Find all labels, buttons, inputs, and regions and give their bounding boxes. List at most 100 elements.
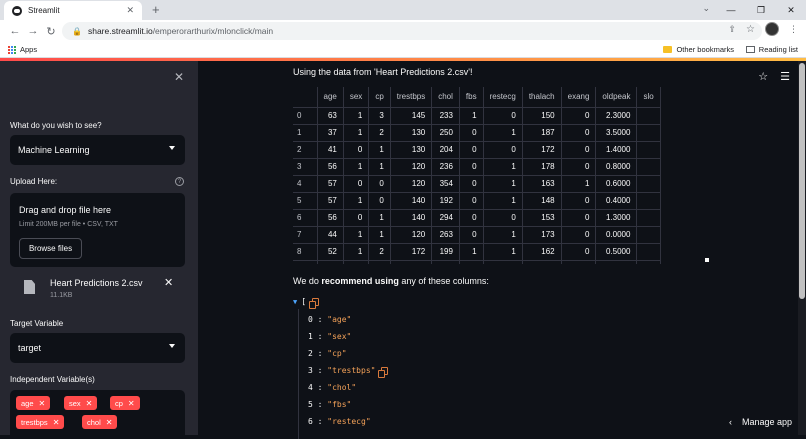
- copy-icon[interactable]: [309, 297, 320, 309]
- table-cell[interactable]: 41: [317, 141, 344, 159]
- column-header[interactable]: slo: [636, 87, 661, 108]
- table-cell[interactable]: 1: [483, 192, 523, 210]
- table-cell[interactable]: 120: [390, 175, 433, 193]
- table-cell[interactable]: 192: [431, 192, 460, 210]
- table-cell[interactable]: [636, 209, 661, 227]
- table-cell[interactable]: 63: [317, 107, 344, 125]
- column-header[interactable]: fbs: [459, 87, 484, 108]
- table-cell[interactable]: 1: [483, 226, 523, 244]
- table-cell[interactable]: 0: [459, 192, 484, 210]
- table-cell[interactable]: 1: [459, 243, 484, 261]
- star-icon[interactable]: ☆: [758, 70, 768, 83]
- row-index[interactable]: 2: [293, 141, 318, 159]
- table-cell[interactable]: 0: [561, 209, 597, 227]
- table-cell[interactable]: 0: [483, 107, 523, 125]
- table-cell[interactable]: 120: [390, 158, 433, 176]
- help-icon[interactable]: ?: [175, 177, 184, 186]
- table-cell[interactable]: 0: [561, 141, 597, 159]
- table-cell[interactable]: 120: [390, 226, 433, 244]
- table-cell[interactable]: 1: [483, 243, 523, 261]
- table-cell[interactable]: 294: [431, 209, 460, 227]
- table-cell[interactable]: 145: [390, 107, 433, 125]
- row-index[interactable]: 8: [293, 243, 318, 261]
- table-cell[interactable]: 1: [561, 175, 597, 193]
- table-cell[interactable]: 0.5000: [595, 243, 638, 261]
- column-header[interactable]: [293, 87, 318, 108]
- scrollbar-thumb[interactable]: [799, 63, 805, 299]
- table-cell[interactable]: 1: [483, 175, 523, 193]
- table-cell[interactable]: 1: [343, 124, 370, 142]
- table-cell[interactable]: 0: [561, 158, 597, 176]
- table-cell[interactable]: 2: [368, 243, 391, 261]
- table-cell[interactable]: 1: [368, 158, 391, 176]
- table-cell[interactable]: 162: [522, 243, 562, 261]
- sidebar-close-icon[interactable]: ✕: [174, 70, 184, 84]
- table-cell[interactable]: 3.5000: [595, 124, 638, 142]
- table-cell[interactable]: 57: [317, 260, 344, 264]
- table-cell[interactable]: 37: [317, 124, 344, 142]
- table-cell[interactable]: 0: [561, 226, 597, 244]
- table-cell[interactable]: 1: [343, 243, 370, 261]
- table-cell[interactable]: 0: [459, 124, 484, 142]
- kebab-menu-icon[interactable]: ⋮: [789, 24, 798, 35]
- table-cell[interactable]: 354: [431, 175, 460, 193]
- table-cell[interactable]: 233: [431, 107, 460, 125]
- table-cell[interactable]: 2: [368, 124, 391, 142]
- table-cell[interactable]: 0: [343, 175, 370, 193]
- row-index[interactable]: 1: [293, 124, 318, 142]
- table-cell[interactable]: 172: [522, 141, 562, 159]
- question-select[interactable]: Machine Learning: [10, 135, 185, 165]
- dataframe[interactable]: age sex cp trestbps chol fbs restecg thalach exa…: [293, 87, 707, 264]
- table-cell[interactable]: 2: [368, 260, 391, 264]
- table-cell[interactable]: 2.3000: [595, 107, 638, 125]
- table-cell[interactable]: [636, 107, 661, 125]
- table-cell[interactable]: [636, 175, 661, 193]
- browser-tab[interactable]: Streamlit ✕: [4, 1, 142, 20]
- column-header[interactable]: exang: [561, 87, 597, 108]
- independent-multiselect[interactable]: age ✕ sex ✕ cp ✕ trestbps ✕ chol ✕: [10, 390, 185, 435]
- new-tab-plus-icon[interactable]: +: [152, 2, 160, 17]
- back-arrow-icon[interactable]: ←: [6, 25, 24, 37]
- row-index[interactable]: 4: [293, 175, 318, 193]
- table-cell[interactable]: 1: [368, 209, 391, 227]
- reading-list[interactable]: Reading list: [745, 45, 798, 54]
- hamburger-menu-icon[interactable]: ☰: [780, 70, 790, 83]
- browse-files-button[interactable]: Browse files: [19, 238, 82, 259]
- table-cell[interactable]: 0: [561, 192, 597, 210]
- share-icon[interactable]: ⇪: [728, 24, 736, 35]
- table-cell[interactable]: 0: [483, 209, 523, 227]
- table-cell[interactable]: 130: [390, 141, 433, 159]
- row-index[interactable]: 7: [293, 226, 318, 244]
- other-bookmarks[interactable]: Other bookmarks: [663, 45, 734, 54]
- restore-icon[interactable]: ❐: [746, 0, 776, 20]
- manage-app-button[interactable]: ‹ Manage app: [729, 417, 792, 427]
- column-header[interactable]: chol: [431, 87, 460, 108]
- table-cell[interactable]: 56: [317, 209, 344, 227]
- table-cell[interactable]: [636, 226, 661, 244]
- table-cell[interactable]: 57: [317, 175, 344, 193]
- remove-file-icon[interactable]: ✕: [164, 276, 173, 289]
- table-cell[interactable]: 204: [431, 141, 460, 159]
- table-cell[interactable]: 3: [368, 107, 391, 125]
- table-cell[interactable]: 1: [368, 141, 391, 159]
- main-scrollbar[interactable]: [798, 61, 806, 435]
- table-cell[interactable]: 0: [561, 107, 597, 125]
- table-cell[interactable]: 1: [343, 260, 370, 264]
- table-cell[interactable]: 1: [483, 158, 523, 176]
- row-index[interactable]: 3: [293, 158, 318, 176]
- table-cell[interactable]: 199: [431, 243, 460, 261]
- table-cell[interactable]: 52: [317, 243, 344, 261]
- table-cell[interactable]: 1: [483, 260, 523, 264]
- table-cell[interactable]: 140: [390, 209, 433, 227]
- table-cell[interactable]: 172: [390, 243, 433, 261]
- reload-icon[interactable]: ↻: [42, 25, 60, 38]
- table-cell[interactable]: 0: [459, 226, 484, 244]
- table-cell[interactable]: [636, 158, 661, 176]
- table-cell[interactable]: 150: [522, 107, 562, 125]
- table-cell[interactable]: 1: [368, 226, 391, 244]
- bookmark-star-icon[interactable]: ☆: [746, 24, 755, 35]
- column-header[interactable]: sex: [343, 87, 370, 108]
- table-cell[interactable]: 1.4000: [595, 141, 638, 159]
- table-cell[interactable]: 163: [522, 175, 562, 193]
- table-cell[interactable]: 0: [459, 175, 484, 193]
